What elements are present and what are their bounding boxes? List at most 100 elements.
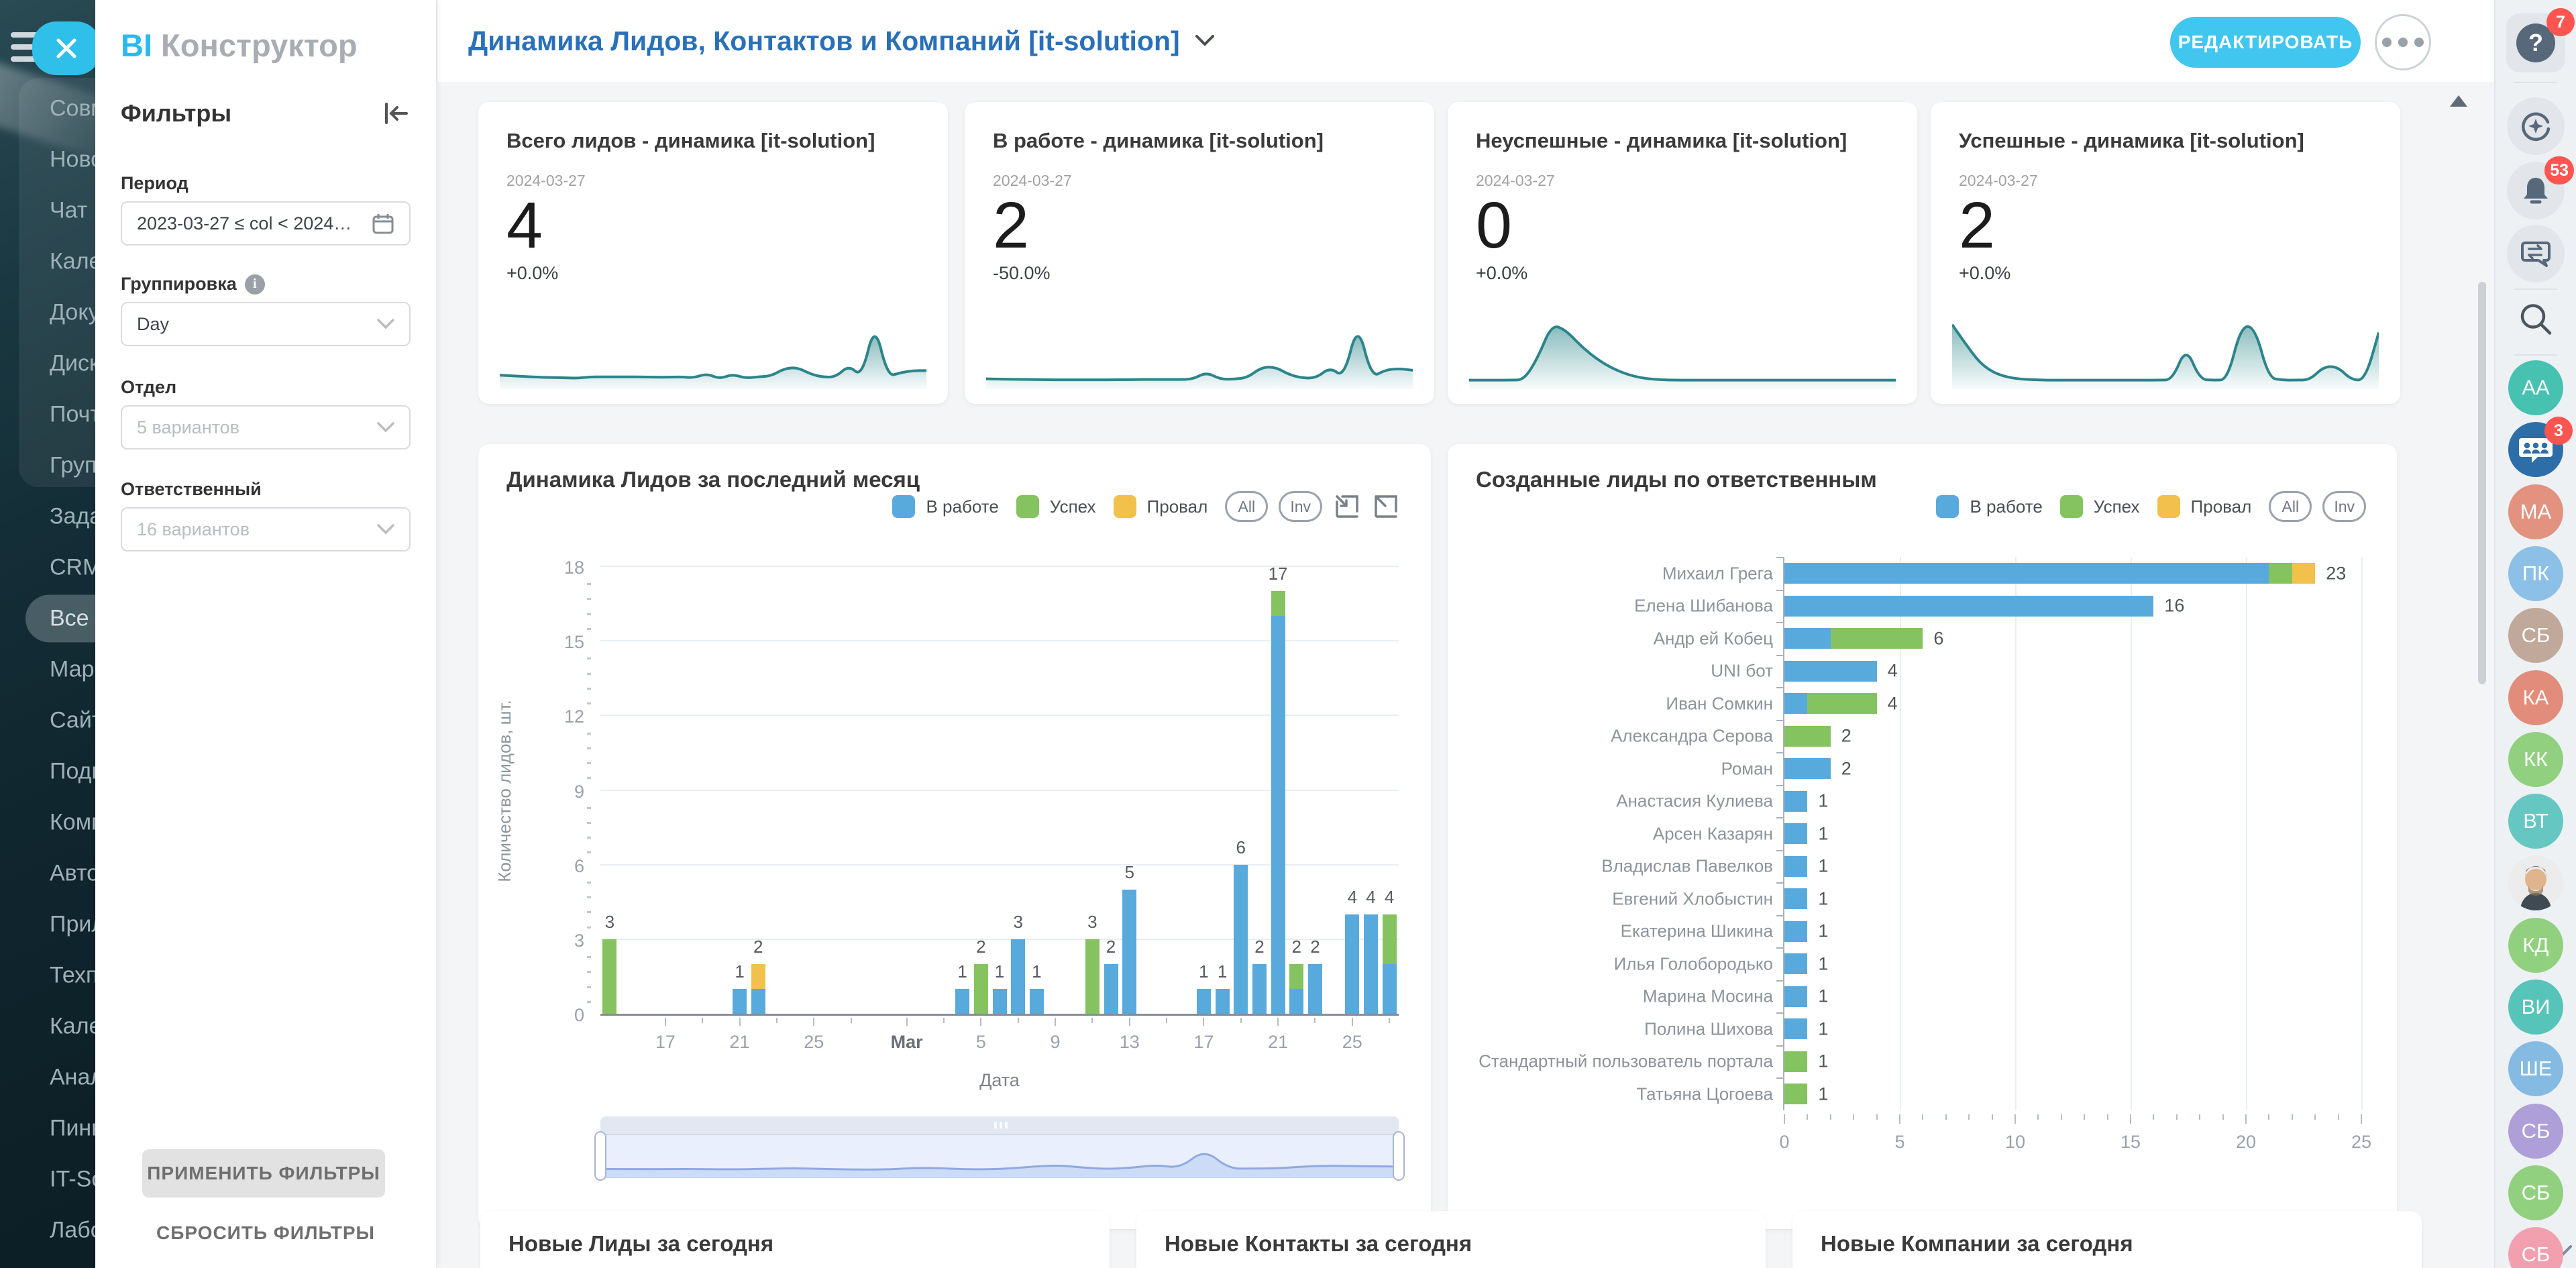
legend-all-button[interactable]: All [1225,491,1268,522]
sidebar-item-2[interactable]: Ново [50,147,95,173]
rail-avatar-15[interactable]: СБ [2508,1227,2563,1268]
sidebar-item-18[interactable]: Техп [50,963,95,989]
legend-all-button[interactable]: All [2269,491,2312,522]
sidebar-item-5[interactable]: Доку [50,300,95,326]
bar-segment-work[interactable] [993,989,1007,1014]
bar-segment-work[interactable] [1784,596,2153,617]
grouping-select[interactable]: Day [121,302,411,346]
responsible-select[interactable]: 16 вариантов [121,507,411,551]
bar-segment-work[interactable] [1784,921,1807,942]
rail-avatar-10[interactable]: КД [2508,918,2563,973]
legend-swatch-3[interactable] [1114,495,1136,518]
bar-segment-success[interactable] [1784,1051,1807,1072]
bar-segment-work[interactable] [1784,953,1807,974]
bar-segment-success[interactable] [1383,914,1397,964]
legend-label-3[interactable]: Провал [2191,496,2252,517]
notifications-button[interactable]: 53 [2507,162,2565,219]
rail-avatar-6[interactable]: КА [2508,670,2563,725]
bar-segment-work[interactable] [1784,661,1877,682]
collapse-panel-icon[interactable] [382,101,409,125]
sidebar-item-12[interactable]: Мар [50,657,95,683]
bar-segment-work[interactable] [1308,964,1322,1014]
rail-avatar-3[interactable]: MA [2508,484,2563,539]
sidebar-item-15[interactable]: Комп [50,810,95,836]
reset-filters-button[interactable]: СБРОСИТЬ ФИЛЬТРЫ [95,1222,436,1244]
legend-swatch-1[interactable] [1936,495,1959,518]
rail-avatar-14[interactable]: СБ [2508,1165,2563,1220]
sidebar-item-7[interactable]: Почт [50,402,95,428]
dashboard-title-dropdown[interactable]: Динамика Лидов, Контактов и Компаний [it… [468,0,1215,82]
sidebar-item-4[interactable]: Кале [50,249,95,275]
sidebar-item-14[interactable]: Подп [50,759,95,785]
bar-segment-work[interactable] [1345,914,1359,1014]
bar-segment-work[interactable] [955,989,969,1014]
slider-handle-right[interactable] [1393,1131,1405,1181]
legend-swatch-2[interactable] [1016,495,1039,518]
sidebar-item-21[interactable]: Пинн [50,1116,95,1142]
bar-segment-success[interactable] [1289,964,1303,989]
slider-grip-bar[interactable] [600,1116,1399,1134]
more-options-button[interactable] [2375,14,2431,70]
sidebar-item-17[interactable]: Прил [50,912,95,938]
bar-segment-work[interactable] [1197,989,1211,1014]
legend-label-2[interactable]: Успех [2094,496,2140,517]
bar-segment-work[interactable] [1784,758,1831,779]
bar-segment-fail[interactable] [2292,563,2315,584]
bar-segment-work[interactable] [1364,914,1378,1014]
bar-segment-work[interactable] [751,989,765,1014]
rail-avatar-4[interactable]: ПК [2508,546,2563,601]
sidebar-item-3[interactable]: Чат и [50,198,95,224]
bar-segment-work[interactable] [1030,989,1044,1014]
bar-segment-work[interactable] [1252,964,1267,1014]
sidebar-item-11[interactable]: Все с [25,595,95,643]
bar-segment-work[interactable] [1289,989,1303,1014]
bar-segment-success[interactable] [1271,591,1285,616]
bar-segment-work[interactable] [1784,888,1807,909]
sidebar-item-23[interactable]: Лабо [50,1218,95,1244]
bar-segment-work[interactable] [1122,890,1136,1014]
sidebar-item-19[interactable]: Кале [50,1014,95,1040]
rail-avatar-7[interactable]: КК [2508,732,2563,787]
sidebar-item-16[interactable]: Авто [50,861,95,887]
rail-avatar-8[interactable]: ВТ [2508,794,2563,849]
legend-label-1[interactable]: В работе [926,496,998,517]
bar-segment-work[interactable] [1784,563,2269,584]
bar-segment-success[interactable] [602,939,616,1014]
legend-inv-button[interactable]: Inv [1279,491,1322,522]
bar-segment-success[interactable] [2269,563,2292,584]
sidebar-item-22[interactable]: IT-So [50,1167,95,1193]
rail-avatar-5[interactable]: СБ [2508,608,2563,663]
legend-swatch-3[interactable] [2157,495,2180,518]
sidebar-item-20[interactable]: Анал [50,1065,95,1091]
sidebar-item-10[interactable]: CRM [50,555,95,581]
close-sidebar-button[interactable] [32,21,95,75]
date-range-slider[interactable] [600,1116,1399,1178]
bar-segment-work[interactable] [1784,791,1807,812]
box-deselect-zoom-icon[interactable] [1372,492,1400,521]
bar-segment-work[interactable] [1784,1018,1807,1039]
bar-segment-success[interactable] [1831,628,1923,649]
apply-filters-button[interactable]: ПРИМЕНИТЬ ФИЛЬТРЫ [142,1149,385,1198]
bar-segment-work[interactable] [1784,986,1807,1007]
legend-swatch-2[interactable] [2060,495,2083,518]
bar-segment-work[interactable] [1784,823,1807,844]
rail-avatar-12[interactable]: ШЕ [2508,1041,2563,1096]
bar-segment-work[interactable] [1216,989,1230,1014]
box-select-zoom-icon[interactable] [1333,492,1361,521]
scrollbar-thumb[interactable] [2478,282,2486,684]
bar-segment-work[interactable] [733,989,747,1014]
sidebar-item-6[interactable]: Диск [50,351,95,377]
bar-segment-work[interactable] [1383,964,1397,1014]
department-select[interactable]: 5 вариантов [121,405,411,450]
legend-label-3[interactable]: Провал [1147,496,1208,517]
legend-inv-button[interactable]: Inv [2322,491,2366,522]
sidebar-item-1[interactable]: Совм [50,96,95,122]
rail-avatar-11[interactable]: ВИ [2508,980,2563,1035]
legend-label-1[interactable]: В работе [1970,496,2042,517]
sidebar-item-9[interactable]: Зада [50,504,95,530]
help-button[interactable]: ?7 [2506,13,2565,72]
bar-segment-work[interactable] [1784,856,1807,877]
bar-segment-work[interactable] [1784,628,1831,649]
bar-segment-work[interactable] [1104,964,1118,1014]
info-icon[interactable]: i [245,274,265,295]
